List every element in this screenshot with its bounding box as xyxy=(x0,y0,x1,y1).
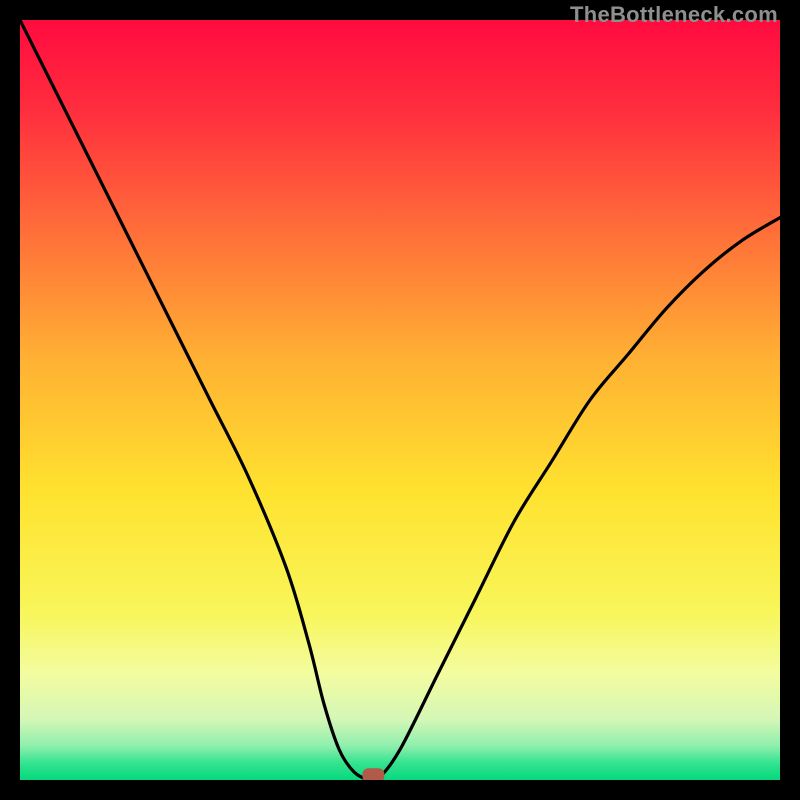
bottleneck-chart xyxy=(20,20,780,780)
gradient-background xyxy=(20,20,780,780)
watermark-text: TheBottleneck.com xyxy=(570,2,778,28)
optimal-marker xyxy=(362,768,384,780)
